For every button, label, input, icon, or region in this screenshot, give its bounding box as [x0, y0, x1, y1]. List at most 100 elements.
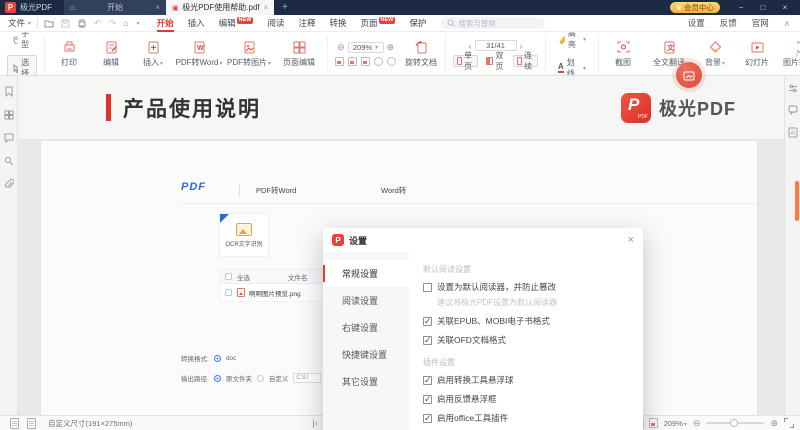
scrollbar-thumb[interactable]: [795, 181, 799, 221]
checkbox-unchecked[interactable]: [423, 283, 432, 292]
thumbnails-icon[interactable]: [4, 110, 14, 120]
option-feedback-floatbox[interactable]: 启用反馈悬浮框: [423, 393, 629, 405]
nav-general-settings[interactable]: 常规设置: [323, 260, 409, 287]
option-convert-floatball[interactable]: 启用转换工具悬浮球: [423, 374, 629, 386]
ai-doc-icon[interactable]: AI: [788, 127, 798, 138]
option-epub-mobi[interactable]: 关联EPUB、MOBI电子书格式: [423, 315, 629, 327]
save-icon[interactable]: [61, 19, 70, 28]
window-controls: − □ ×: [730, 3, 796, 12]
file-menu[interactable]: 文件 ▾: [8, 17, 31, 29]
new-tab-button[interactable]: +: [282, 2, 288, 13]
redo-icon[interactable]: ↷: [109, 18, 117, 29]
nav-reading-settings[interactable]: 阅读设置: [323, 287, 409, 314]
chevron-down-icon[interactable]: ▾: [137, 20, 140, 27]
minimize-button[interactable]: −: [730, 3, 752, 12]
close-tab-icon[interactable]: ×: [263, 3, 268, 12]
home-icon: ⌂: [70, 3, 75, 12]
screenshot-button[interactable]: 截图: [602, 35, 644, 73]
home-icon[interactable]: ⌂: [123, 18, 128, 28]
tab-annotate[interactable]: 注释: [291, 15, 322, 32]
floating-capture-button[interactable]: [676, 62, 702, 88]
member-center-button[interactable]: ♛ 会员中心: [670, 2, 720, 13]
checkbox-checked[interactable]: [423, 395, 432, 404]
single-page-button[interactable]: 单页: [453, 55, 478, 67]
close-button[interactable]: ×: [774, 3, 796, 12]
tab-start[interactable]: 开始: [150, 15, 181, 32]
fullscreen-icon[interactable]: [784, 418, 794, 428]
zoom-in-icon[interactable]: ⊕: [387, 42, 395, 53]
tab-read[interactable]: 阅读: [260, 15, 291, 32]
fit-width-icon[interactable]: [348, 57, 357, 66]
bookmark-icon[interactable]: [4, 86, 14, 97]
checkbox-checked[interactable]: [423, 376, 432, 385]
print-icon[interactable]: [77, 19, 87, 28]
zoom-out-icon[interactable]: ⊖: [337, 42, 345, 53]
view-mode-6-icon[interactable]: [649, 418, 658, 428]
continuous-button[interactable]: 连续: [513, 55, 538, 67]
close-tab-icon[interactable]: ×: [155, 3, 160, 12]
prev-page-icon[interactable]: ‹: [469, 41, 472, 51]
ribbon-overflow-icon[interactable]: ›: [795, 50, 798, 59]
website-link[interactable]: 官网: [752, 17, 769, 29]
tab-document[interactable]: ▣ 极光PDF使用帮助.pdf ×: [166, 0, 274, 15]
tab-convert[interactable]: 转换: [323, 15, 354, 32]
attachment-icon[interactable]: [4, 179, 14, 190]
edit-button[interactable]: 编辑: [90, 35, 132, 73]
first-page-icon[interactable]: |‹: [312, 418, 317, 428]
checkbox-checked[interactable]: [423, 336, 432, 345]
page-info-icon-2[interactable]: [27, 418, 36, 429]
double-page-icon: [486, 57, 493, 65]
zoom-slider-knob[interactable]: [730, 419, 738, 427]
undo-icon[interactable]: ↶: [94, 18, 102, 29]
adjust-icon[interactable]: [788, 84, 798, 93]
underline-button[interactable]: A 划线▾: [553, 55, 591, 76]
slideshow-button[interactable]: 幻灯片: [736, 35, 778, 73]
page-info-icon[interactable]: [10, 418, 19, 429]
checkbox-checked[interactable]: [423, 414, 432, 423]
nav-rightclick-settings[interactable]: 右键设置: [323, 314, 409, 341]
hand-tool-button[interactable]: 手型: [7, 32, 37, 52]
fit-page-icon[interactable]: [335, 57, 344, 66]
insert-button[interactable]: 插入▾: [132, 35, 174, 73]
maximize-button[interactable]: □: [752, 3, 774, 12]
next-page-icon[interactable]: ›: [520, 41, 523, 51]
print-button[interactable]: 打印: [48, 35, 90, 73]
tab-page[interactable]: 页面NEW: [354, 15, 403, 32]
zoom-level-select[interactable]: 209%▾: [348, 42, 384, 53]
rotate-document-button[interactable]: 旋转文档: [400, 35, 442, 73]
feedback-chat-icon[interactable]: [788, 105, 798, 115]
rotate-right-icon[interactable]: [387, 57, 396, 66]
option-ofd[interactable]: 关联OFD文档格式: [423, 334, 629, 346]
zoom-slider[interactable]: [706, 422, 764, 424]
nav-other-settings[interactable]: 其它设置: [323, 368, 409, 395]
nav-shortcut-settings[interactable]: 快捷键设置: [323, 341, 409, 368]
zoom-percent[interactable]: 209%▾: [664, 419, 687, 428]
page-edit-button[interactable]: 页面编辑: [274, 35, 324, 73]
zoom-out-icon[interactable]: ⊖: [693, 418, 701, 429]
collapse-ribbon-icon[interactable]: ∧: [784, 18, 790, 29]
search-panel-icon[interactable]: [4, 156, 14, 166]
dialog-close-icon[interactable]: ×: [628, 235, 634, 246]
search-box[interactable]: [441, 17, 545, 29]
highlight-button[interactable]: 高亮▾: [553, 32, 591, 52]
tab-protect[interactable]: 保护: [402, 15, 433, 32]
settings-link[interactable]: 设置: [688, 17, 705, 29]
rotate-left-icon[interactable]: [374, 57, 383, 66]
comment-icon[interactable]: [4, 133, 14, 143]
background-button[interactable]: 背景▾: [694, 35, 736, 73]
tab-edit[interactable]: 编辑NEW: [212, 15, 261, 32]
actual-size-icon[interactable]: [361, 57, 370, 66]
checkbox-checked[interactable]: [423, 317, 432, 326]
zoom-in-icon[interactable]: ⊕: [770, 418, 778, 429]
select-tool-button[interactable]: 选择: [7, 55, 37, 76]
pdf-to-word-button[interactable]: W PDF转Word▾: [174, 35, 224, 73]
search-input[interactable]: [458, 19, 538, 28]
pdf-to-image-button[interactable]: PDF转图片▾: [224, 35, 274, 73]
open-icon[interactable]: [44, 19, 54, 28]
feedback-link[interactable]: 反馈: [720, 17, 737, 29]
tab-insert[interactable]: 插入: [181, 15, 212, 32]
double-page-button[interactable]: 双页: [482, 55, 509, 67]
tab-home[interactable]: ⌂ 开始 ×: [64, 0, 166, 15]
option-default-reader[interactable]: 设置为默认阅读器，并防止篡改: [423, 281, 629, 293]
option-office-plugin[interactable]: 启用office工具插件: [423, 412, 629, 424]
